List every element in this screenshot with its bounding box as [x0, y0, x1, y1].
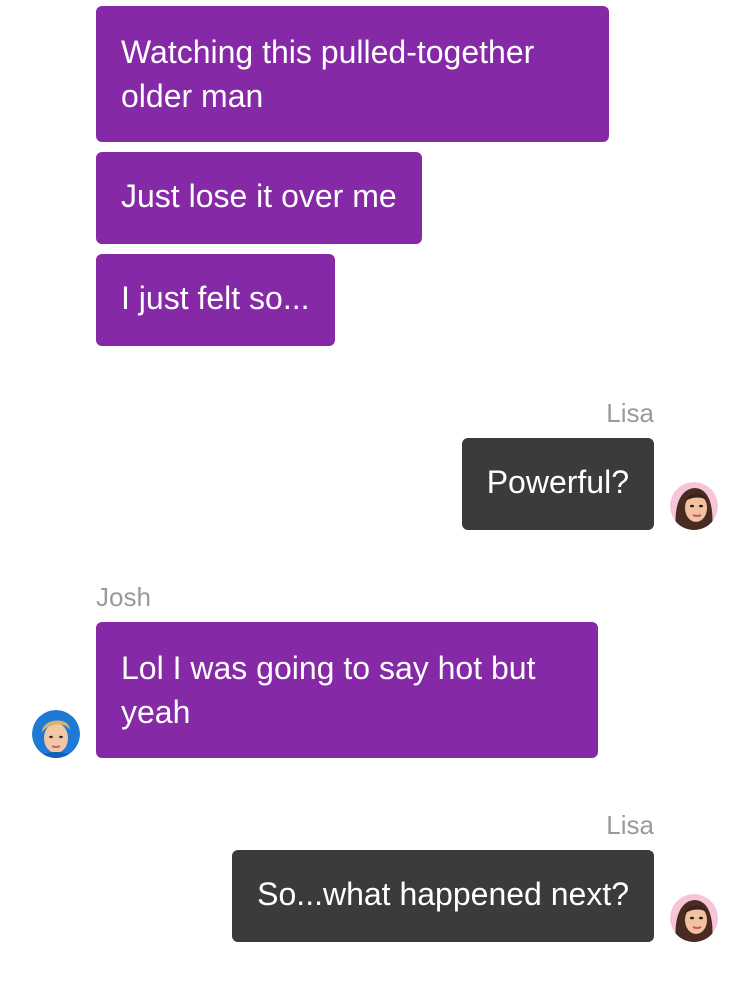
message-text: Just lose it over me: [121, 178, 397, 214]
message-text: I just felt so...: [121, 280, 310, 316]
message-bubble-incoming[interactable]: Just lose it over me: [96, 152, 422, 244]
lisa-avatar-icon[interactable]: [670, 482, 718, 530]
message-bubble-incoming[interactable]: Watching this pulled-together older man: [96, 6, 609, 142]
message-text: Powerful?: [486, 464, 629, 500]
sender-name-josh: Josh: [96, 582, 151, 612]
message-bubble-outgoing[interactable]: So...what happened next?: [232, 850, 654, 942]
message-bubble-incoming[interactable]: I just felt so...: [96, 254, 335, 346]
josh-avatar-icon[interactable]: [32, 710, 80, 758]
lisa-avatar-icon[interactable]: [670, 894, 718, 942]
message-text: So...what happened next?: [257, 876, 629, 912]
sender-name-lisa: Lisa: [606, 810, 654, 840]
message-bubble-incoming[interactable]: Lol I was going to say hot but yeah: [96, 622, 598, 758]
message-text: Lol I was going to say hot but yeah: [121, 650, 536, 730]
sender-name-lisa: Lisa: [606, 398, 654, 428]
message-text: Watching this pulled-together older man: [121, 34, 535, 114]
message-bubble-outgoing[interactable]: Powerful?: [461, 438, 654, 530]
